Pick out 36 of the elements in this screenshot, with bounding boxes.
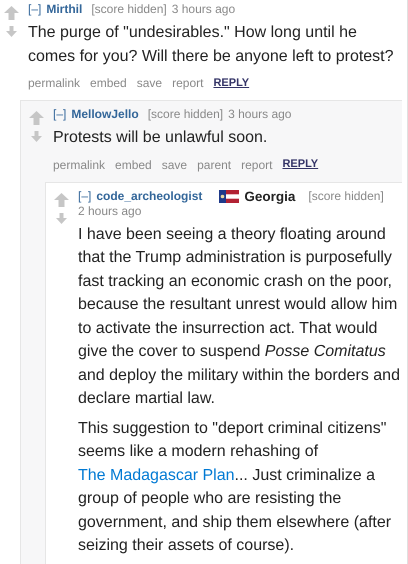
- action-link[interactable]: permalink: [28, 74, 80, 92]
- comment-text: The purge of "undesirables." How long until he comes for you? Will there be anyone left to protest?: [28, 23, 395, 66]
- action-link[interactable]: parent: [197, 156, 232, 174]
- comment-text: I have been seeing a theory floating around that the Trump administration is purposefully fast tracking an economic crash on the poor, because the resultant unrest would allow him to activate the insurrection act. That would give the cover to suspend Posse Comitatus and deploy the military within the borders and declare martial law.: [78, 224, 401, 409]
- action-link[interactable]: save: [136, 74, 162, 92]
- action-link[interactable]: embed: [90, 74, 127, 92]
- user-flair: Georgia: [244, 188, 296, 204]
- action-link[interactable]: embed: [115, 156, 152, 174]
- collapse-toggle[interactable]: [–]: [28, 2, 42, 17]
- timestamp: 3 hours ago: [172, 2, 236, 17]
- action-link[interactable]: permalink: [53, 156, 106, 174]
- upvote-icon[interactable]: [28, 111, 44, 125]
- timestamp: 3 hours ago: [228, 107, 292, 122]
- inline-link[interactable]: The Madagascar Plan: [78, 466, 235, 484]
- reply-link[interactable]: REPLY: [213, 74, 250, 92]
- collapse-toggle[interactable]: [–]: [78, 188, 92, 204]
- action-link[interactable]: report: [241, 156, 272, 174]
- timestamp: 2 hours ago: [78, 204, 142, 218]
- action-link[interactable]: save: [162, 156, 188, 174]
- upvote-icon[interactable]: [4, 6, 18, 20]
- username-link[interactable]: Mirthil: [46, 2, 82, 17]
- score-label: [score hidden]: [308, 188, 384, 204]
- upvote-icon[interactable]: [54, 192, 68, 206]
- comment-text: This suggestion to "deport criminal citizens" seems like a modern rehashing of The Madagascar Plan... Just criminalize a group of people who are resisting the government, and ship them elsewhere (after seizing their assets of course).: [78, 418, 392, 556]
- reply-link[interactable]: REPLY: [282, 156, 318, 173]
- downvote-icon[interactable]: [30, 131, 42, 142]
- score-label: [score hidden]: [148, 107, 224, 122]
- username-link[interactable]: code_archeologist: [96, 188, 202, 204]
- username-link[interactable]: MellowJello: [71, 107, 139, 122]
- comment-text: Protests will be unlawful soon.: [53, 128, 268, 148]
- flag-icon: [219, 190, 240, 202]
- score-label: [score hidden]: [91, 2, 167, 17]
- collapse-toggle[interactable]: [–]: [53, 107, 66, 122]
- downvote-icon[interactable]: [56, 212, 66, 224]
- downvote-icon[interactable]: [6, 26, 16, 37]
- action-link[interactable]: report: [172, 74, 204, 92]
